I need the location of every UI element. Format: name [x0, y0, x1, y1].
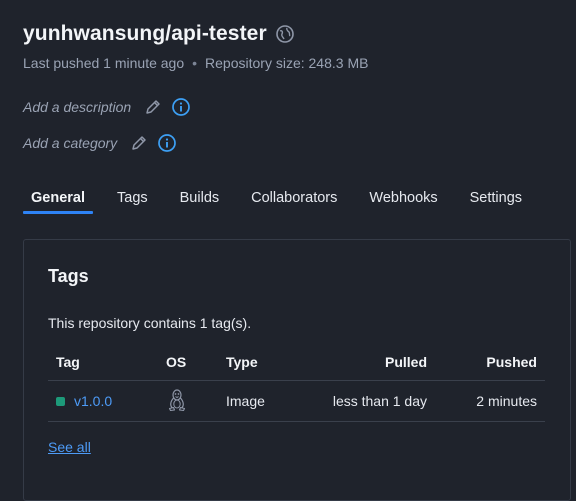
- table-header-row: Tag OS Type Pulled Pushed: [48, 344, 545, 381]
- see-all-link[interactable]: See all: [48, 439, 91, 455]
- tab-general[interactable]: General: [23, 188, 93, 214]
- os-cell: [158, 380, 218, 422]
- meta-separator: •: [192, 55, 198, 71]
- tag-cell: v1.0.0: [48, 380, 158, 422]
- pencil-icon[interactable]: [129, 133, 149, 153]
- pencil-icon[interactable]: [143, 97, 163, 117]
- tab-settings[interactable]: Settings: [462, 188, 530, 214]
- category-placeholder[interactable]: Add a category: [23, 135, 117, 151]
- info-icon[interactable]: [157, 133, 177, 153]
- info-icon[interactable]: [171, 97, 191, 117]
- tab-webhooks[interactable]: Webhooks: [361, 188, 445, 214]
- repo-name: yunhwansung/api-tester: [23, 22, 267, 45]
- globe-icon[interactable]: [275, 24, 295, 44]
- column-header-pushed: Pushed: [435, 344, 545, 381]
- tags-panel-title: Tags: [48, 266, 89, 286]
- column-header-os: OS: [158, 344, 218, 381]
- tab-tags[interactable]: Tags: [109, 188, 156, 214]
- column-header-pulled: Pulled: [308, 344, 435, 381]
- tab-builds[interactable]: Builds: [172, 188, 228, 214]
- pulled-cell: less than 1 day: [308, 380, 435, 422]
- repo-tabs: General Tags Builds Collaborators Webhoo…: [23, 188, 546, 214]
- tag-status-indicator: [56, 396, 65, 406]
- table-row: v1.0.0 Image less than 1 day 2 minutes: [48, 380, 545, 422]
- repo-header: yunhwansung/api-tester: [23, 22, 295, 46]
- linux-tux-icon: [166, 388, 188, 412]
- tab-collaborators[interactable]: Collaborators: [243, 188, 345, 214]
- description-row: Add a description: [23, 97, 191, 117]
- tags-panel: Tags This repository contains 1 tag(s). …: [23, 239, 571, 501]
- column-header-type: Type: [218, 344, 308, 381]
- type-cell: Image: [218, 380, 308, 422]
- description-placeholder[interactable]: Add a description: [23, 99, 131, 115]
- pushed-cell: 2 minutes: [435, 380, 545, 422]
- last-pushed: Last pushed 1 minute ago: [23, 55, 185, 71]
- tag-name[interactable]: v1.0.0: [74, 393, 112, 409]
- repo-meta: Last pushed 1 minute ago • Repository si…: [23, 55, 368, 71]
- tag-link[interactable]: v1.0.0: [56, 393, 112, 409]
- category-row: Add a category: [23, 133, 177, 153]
- tags-summary: This repository contains 1 tag(s).: [48, 315, 252, 331]
- tags-table: Tag OS Type Pulled Pushed v1.0.0 Image l…: [48, 344, 545, 422]
- repo-size: Repository size: 248.3 MB: [205, 55, 369, 71]
- column-header-tag: Tag: [48, 344, 158, 381]
